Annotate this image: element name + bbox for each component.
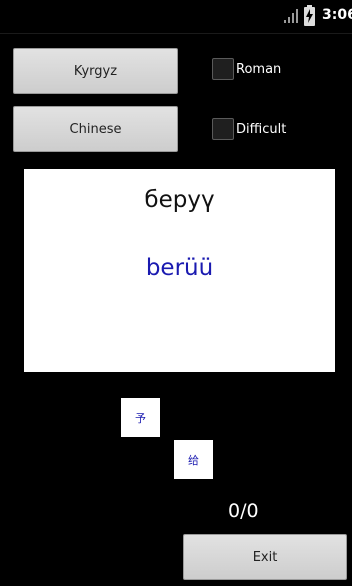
word-cyrillic: беруү: [144, 187, 215, 213]
word-romanization: berüü: [145, 255, 214, 281]
status-bar-divider: [0, 33, 352, 34]
difficult-checkbox[interactable]: [212, 118, 234, 140]
difficult-label: Difficult: [236, 121, 287, 137]
score-counter: 0/0: [228, 500, 259, 522]
battery-charging-icon: [304, 5, 315, 26]
roman-label: Roman: [236, 61, 282, 77]
status-bar: 3:06: [0, 0, 352, 34]
chinese-button[interactable]: Chinese: [13, 106, 178, 152]
word-card: беруү berüü: [24, 169, 335, 372]
exit-button[interactable]: Exit: [183, 534, 347, 580]
kyrgyz-button[interactable]: Kyrgyz: [13, 48, 178, 94]
roman-checkbox[interactable]: [212, 58, 234, 80]
difficult-option[interactable]: Difficult: [212, 118, 286, 140]
choice-tile[interactable]: 给: [174, 440, 213, 479]
signal-icon: [284, 9, 298, 23]
roman-option[interactable]: Roman: [212, 58, 281, 80]
choice-tile[interactable]: 予: [121, 398, 160, 437]
status-clock: 3:06: [322, 7, 352, 23]
